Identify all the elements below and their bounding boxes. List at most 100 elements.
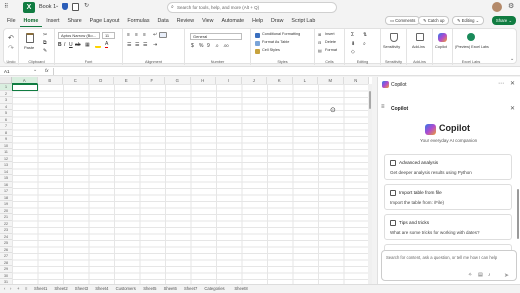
fill-color-icon[interactable] [95,44,101,48]
bold-icon[interactable]: B [58,42,62,48]
close-pane-icon[interactable]: ✕ [510,80,515,87]
autosum-icon[interactable]: Σ [351,32,354,38]
sheet-tab[interactable]: Customers [116,286,136,291]
sheet-tab[interactable]: Sheet5 [143,286,156,291]
paste-label[interactable]: Paste [24,45,34,50]
sheet-tab[interactable]: Sheet4 [95,286,108,291]
column-header[interactable]: K [267,77,293,84]
cut-icon[interactable]: ✂ [43,32,47,38]
tab-formulas[interactable]: Formulas [123,15,153,27]
column-header[interactable]: N [343,77,369,84]
column-header[interactable]: C [63,77,89,84]
select-all-corner[interactable] [0,77,12,84]
copy-icon[interactable]: ⧉ [43,40,47,46]
redo-icon[interactable]: ↻ [84,2,89,9]
delete-cells-icon[interactable]: ⊟ [318,40,321,45]
active-cell-a1[interactable] [12,84,38,91]
tab-insert[interactable]: Insert [42,15,63,27]
align-center-icon[interactable]: ☰ [135,42,139,48]
column-header[interactable]: B [37,77,63,84]
sheet-list-icon[interactable]: ≡ [25,286,27,291]
copilot-button[interactable]: Copilot [435,45,447,49]
suggestion-card-import-table[interactable]: Import table from file Import the table … [384,184,512,210]
percent-icon[interactable]: % [199,43,203,49]
suggestion-card-advanced-analysis[interactable]: Advanced analysis Get deeper analysis re… [384,154,512,180]
vertical-scrollbar[interactable] [368,84,372,284]
tab-script-lab[interactable]: Script Lab [287,15,319,27]
bottom-align-icon[interactable]: ≡ [143,32,146,38]
sensitivity-icon[interactable] [390,33,398,42]
undo-icon[interactable]: ↶ [8,34,14,42]
fx-label[interactable]: fx [45,68,49,73]
currency-icon[interactable]: $ [191,43,194,49]
format-as-table-button[interactable]: Format As Table [262,40,289,44]
menu-toggle-icon[interactable]: ⠿ [4,4,11,11]
prompt-guide-icon[interactable]: ✧ [468,272,472,278]
align-right-icon[interactable]: ☰ [143,42,147,48]
close-chat-icon[interactable]: ✕ [510,105,515,112]
more-options-icon[interactable]: ⋯ [498,80,504,87]
wrap-text-icon[interactable]: ↵ [153,32,157,38]
vertical-scrollbar-thumb[interactable] [369,91,371,109]
tab-review[interactable]: Review [173,15,198,27]
ribbon-collapse-icon[interactable]: ⌄ [510,56,514,62]
addins-icon[interactable] [416,33,424,41]
tab-home[interactable]: Home [19,15,43,27]
excel-labs-icon[interactable] [467,33,475,41]
chevron-down-icon[interactable]: ⌄ [55,3,59,9]
format-painter-icon[interactable]: ✎ [43,48,47,54]
merge-center-icon[interactable] [159,32,167,38]
tab-view[interactable]: View [198,15,217,27]
avatar[interactable] [492,2,502,12]
chat-input-box[interactable]: Search for content, ask a question, or t… [381,250,517,281]
name-box[interactable]: A1 [4,68,32,75]
tab-page-layout[interactable]: Page Layout [86,15,124,27]
font-color-icon[interactable]: A [105,41,109,48]
decrease-decimal-icon[interactable]: .00 [223,43,229,48]
comments-button[interactable]: ▭ Comments [385,16,421,25]
column-header[interactable]: D [88,77,114,84]
sheet-tab[interactable]: Sheet3 [75,286,88,291]
send-icon[interactable]: ➤ [504,272,509,279]
save-icon[interactable] [72,3,79,11]
conditional-formatting-button[interactable]: Conditional Formatting [262,32,300,36]
microphone-icon[interactable]: ♪ [488,272,491,278]
column-header[interactable]: E [114,77,140,84]
insert-cells-button[interactable]: Insert [325,32,335,36]
pane-scrollbar-thumb[interactable] [517,189,519,239]
top-align-icon[interactable]: ≡ [127,32,130,38]
addins-button[interactable]: Add-ins [412,45,425,49]
filename[interactable]: Book 1 [39,4,56,10]
excel-labs-button[interactable]: (Preview) Excel Labs [455,45,489,49]
grid-cells[interactable] [12,84,368,284]
tab-data[interactable]: Data [153,15,172,27]
search-input[interactable]: ⌕ Search for tools, help, and more (Alt … [167,2,337,13]
font-name-select[interactable]: Aptos Narrow (Bo... [58,32,100,39]
tab-help[interactable]: Help [248,15,267,27]
find-select-icon[interactable]: ⌕ [363,41,366,47]
sheet-nav-right-icon[interactable]: › [10,286,11,291]
formula-input[interactable] [53,68,513,75]
column-header[interactable]: H [190,77,216,84]
column-header[interactable]: G [165,77,191,84]
number-format-select[interactable]: General [190,33,242,40]
column-header[interactable]: L [292,77,318,84]
tab-draw[interactable]: Draw [267,15,287,27]
format-cells-icon[interactable]: ▤ [318,48,322,53]
sheet-tab[interactable]: Sheet7 [184,286,197,291]
column-header[interactable]: F [139,77,165,84]
sheet-nav-left-icon[interactable]: ‹ [4,286,5,291]
fill-icon[interactable]: ⬇ [351,41,355,47]
sheet-tab[interactable]: Sheet2 [54,286,67,291]
paste-icon[interactable] [26,33,34,43]
tab-share[interactable]: Share [64,15,86,27]
spreadsheet-grid[interactable]: ABCDEFGHIJKLMN 1 2 3 4 5 6 7 8 9 10 11 12 13 14 15 16 17… [0,77,372,286]
share-button[interactable]: Share ⌄ [492,16,516,25]
editing-mode-button[interactable]: ✎ Editing ⌄ [452,16,485,25]
borders-icon[interactable]: ▦ [85,42,90,48]
cell-styles-button[interactable]: Cell Styles [262,48,280,52]
delete-cells-button[interactable]: Delete [325,40,336,44]
column-header[interactable]: I [216,77,242,84]
strikethrough-icon[interactable]: ab [75,42,81,48]
sheet-tab[interactable]: Sheet8 [234,286,247,291]
